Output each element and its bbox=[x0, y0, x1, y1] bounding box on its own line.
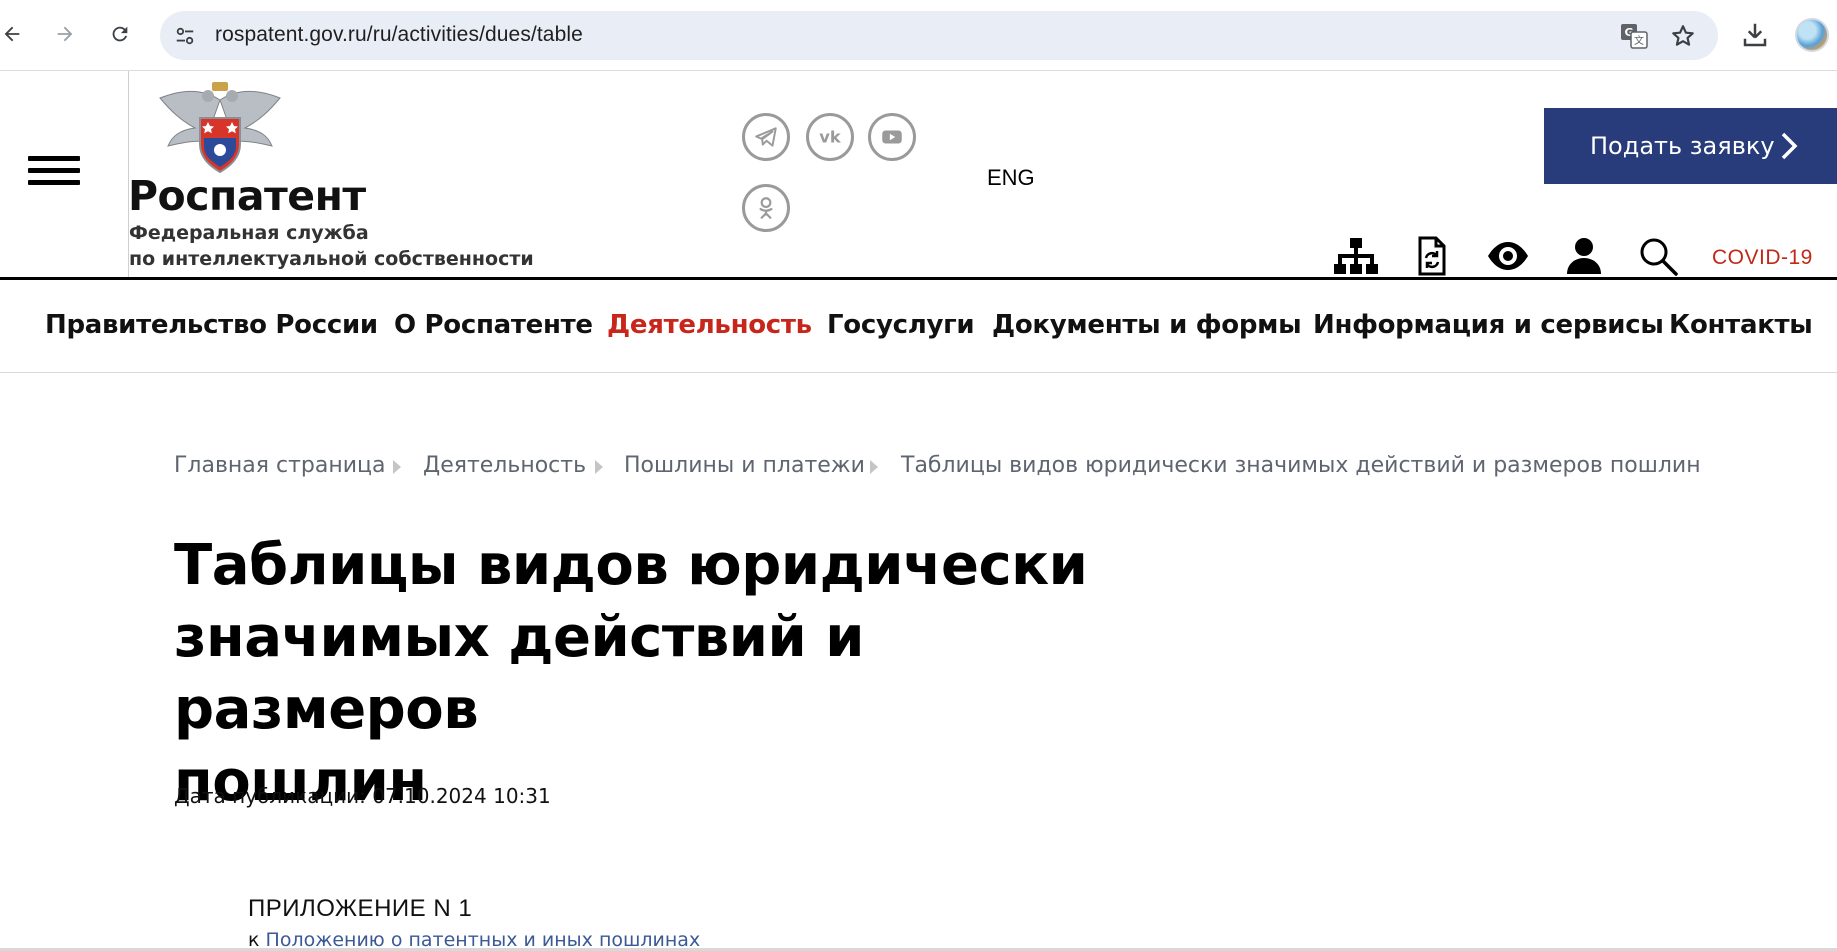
nav-item-documents[interactable]: Документы и формы bbox=[992, 310, 1302, 340]
forward-button[interactable] bbox=[47, 16, 83, 52]
document-refresh-icon[interactable] bbox=[1410, 236, 1454, 276]
tune-icon[interactable] bbox=[172, 23, 198, 49]
page-title: Таблицы видов юридически значимых действ… bbox=[174, 530, 1154, 818]
language-switch[interactable]: ENG bbox=[987, 165, 1035, 191]
svg-text:文: 文 bbox=[1634, 34, 1644, 47]
back-button[interactable] bbox=[0, 16, 30, 52]
breadcrumb-activities[interactable]: Деятельность bbox=[423, 453, 586, 478]
brand-subtitle-line2: по интеллектуальной собственности bbox=[129, 248, 534, 270]
breadcrumb-current: Таблицы видов юридически значимых действ… bbox=[901, 453, 1701, 478]
nav-item-government[interactable]: Правительство России bbox=[45, 310, 378, 340]
appendix-title: ПРИЛОЖЕНИЕ N 1 bbox=[248, 895, 473, 922]
coat-of-arms-logo[interactable] bbox=[150, 80, 290, 176]
nav-item-info-services[interactable]: Информация и сервисы bbox=[1313, 310, 1664, 340]
sitemap-icon[interactable] bbox=[1334, 236, 1378, 276]
arrow-left-icon bbox=[4, 26, 20, 42]
nav-item-gosuslugi[interactable]: Госуслуги bbox=[827, 310, 975, 340]
vk-icon[interactable]: vk bbox=[806, 113, 854, 161]
youtube-icon[interactable] bbox=[868, 113, 916, 161]
publication-date-value: 07.10.2024 10:31 bbox=[372, 784, 551, 808]
nav-item-contacts[interactable]: Контакты bbox=[1669, 310, 1813, 340]
browser-toolbar: rospatent.gov.ru/ru/activities/dues/tabl… bbox=[0, 0, 1837, 71]
brand-subtitle-line1: Федеральная служба bbox=[129, 222, 369, 244]
avatar[interactable] bbox=[1795, 18, 1829, 52]
reload-button[interactable] bbox=[102, 16, 138, 52]
breadcrumb-home[interactable]: Главная страница bbox=[174, 453, 386, 478]
reload-icon bbox=[112, 26, 128, 42]
menu-icon[interactable] bbox=[28, 156, 80, 192]
star-icon[interactable] bbox=[1670, 23, 1696, 49]
user-icon[interactable] bbox=[1562, 236, 1606, 276]
apply-button[interactable]: Подать заявку bbox=[1544, 108, 1837, 184]
breadcrumb-separator bbox=[595, 460, 603, 474]
url-text: rospatent.gov.ru/ru/activities/dues/tabl… bbox=[215, 23, 583, 46]
publication-date-label: Дата публикации: bbox=[174, 784, 366, 808]
main-navigation: Правительство России О Роспатенте Деятел… bbox=[0, 280, 1837, 373]
translate-icon[interactable]: G文 bbox=[1620, 23, 1648, 49]
covid-link[interactable]: COVID-19 bbox=[1712, 246, 1813, 270]
brand-title[interactable]: Роспатент bbox=[128, 172, 366, 220]
breadcrumb-separator bbox=[870, 460, 878, 474]
page-title-line1: Таблицы видов юридически bbox=[174, 533, 1088, 598]
address-bar[interactable]: rospatent.gov.ru/ru/activities/dues/tabl… bbox=[160, 11, 1718, 60]
search-icon[interactable] bbox=[1636, 236, 1680, 276]
telegram-icon[interactable] bbox=[742, 113, 790, 161]
nav-item-activities[interactable]: Деятельность bbox=[607, 310, 812, 340]
svg-text:vk: vk bbox=[819, 127, 842, 146]
arrow-right-icon bbox=[57, 26, 73, 42]
breadcrumb-separator bbox=[393, 460, 401, 474]
publication-date: Дата публикации: 07.10.2024 10:31 bbox=[174, 784, 551, 808]
eye-icon[interactable] bbox=[1486, 236, 1530, 276]
apply-button-label: Подать заявку bbox=[1590, 132, 1775, 160]
download-icon[interactable] bbox=[1740, 20, 1770, 50]
page-title-line2: значимых действий и размеров bbox=[174, 605, 864, 742]
odnoklassniki-icon[interactable] bbox=[742, 184, 790, 232]
nav-item-about[interactable]: О Роспатенте bbox=[394, 310, 593, 340]
breadcrumb-dues[interactable]: Пошлины и платежи bbox=[624, 453, 865, 478]
chevron-right-icon bbox=[1781, 132, 1798, 160]
